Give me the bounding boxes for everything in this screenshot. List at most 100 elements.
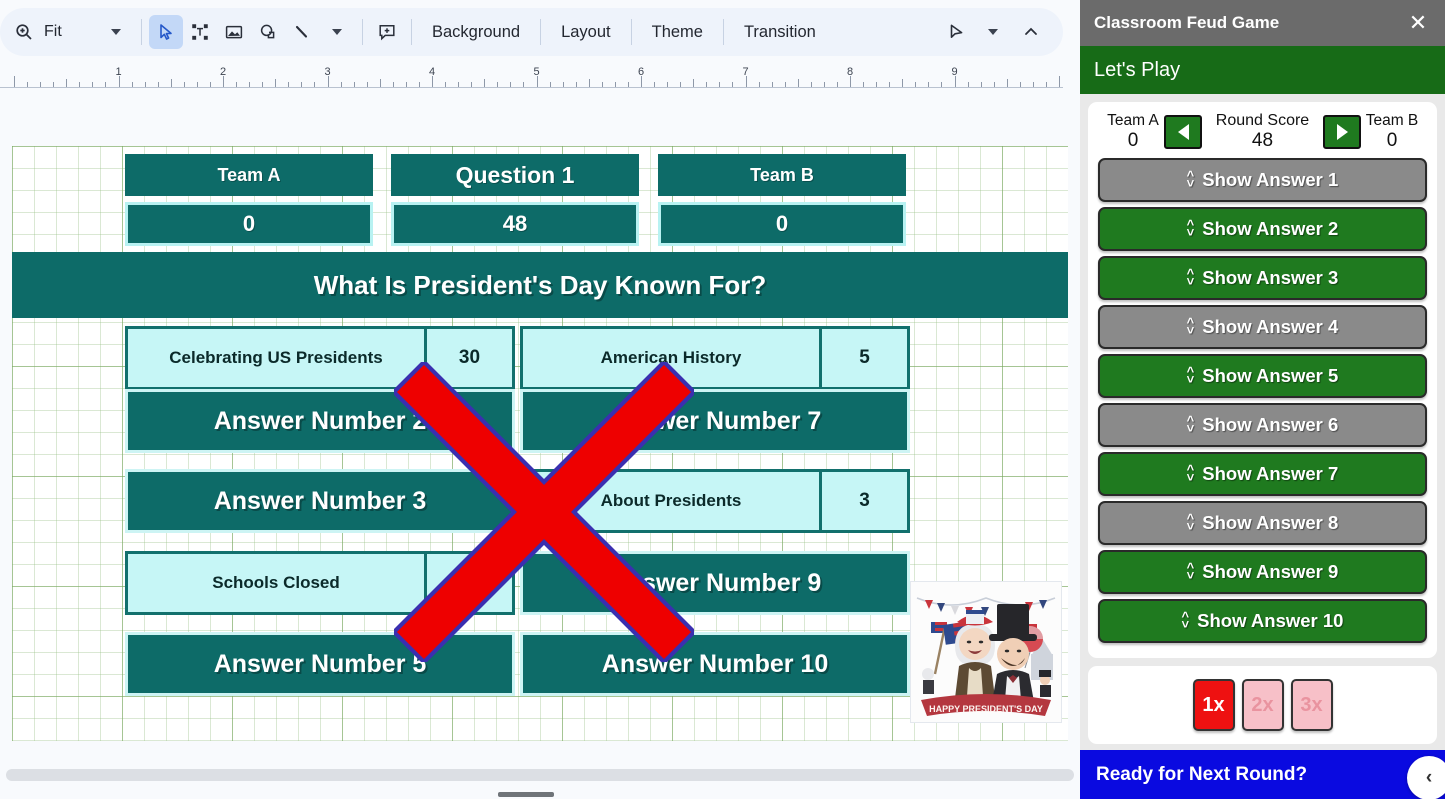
ruler-tick	[549, 82, 551, 87]
answer-text: About Presidents	[520, 469, 822, 533]
team-a-value: 0	[1127, 130, 1139, 151]
chevron-left-icon[interactable]: ‹	[1407, 756, 1445, 799]
team-b-block: Team B 0	[1361, 112, 1423, 152]
ruler-tick	[954, 76, 956, 87]
show-answer-button-7[interactable]: ^ ˅ Show Answer 7	[1098, 452, 1427, 496]
horizontal-scrollbar[interactable]	[6, 769, 1074, 781]
answer-cell[interactable]: Answer Number 2	[125, 389, 515, 453]
show-answer-label: Show Answer 7	[1202, 463, 1339, 484]
text-box-tool[interactable]	[183, 15, 217, 49]
ruler-tick	[601, 82, 603, 87]
answer-cell[interactable]: Answer Number 3	[125, 469, 515, 533]
chevron-down-icon[interactable]	[975, 14, 1011, 50]
ruler-tick	[223, 76, 224, 87]
show-answer-button-10[interactable]: ^ ˅ Show Answer 10	[1098, 599, 1427, 643]
show-answer-button-list: ^ ˅ Show Answer 1 ^ ˅ Show Answer 2 ^ ˅ Show Ans…	[1098, 158, 1427, 643]
answer-cell[interactable]: Schools Closed	[125, 551, 515, 615]
show-answer-label: Show Answer 1	[1202, 169, 1339, 190]
ruler-tick	[366, 82, 368, 87]
show-answer-label: Show Answer 10	[1197, 610, 1344, 631]
slide-canvas[interactable]: Team A Question 1 Team B 0 48 0 What Is …	[12, 146, 1068, 741]
chevron-down-icon[interactable]	[319, 14, 355, 50]
ruler-tick	[209, 82, 211, 87]
panel-header: Classroom Feud Game ✕	[1080, 0, 1445, 46]
answer-cell[interactable]: Celebrating US Presidents 30	[125, 326, 515, 390]
ruler-tick	[510, 82, 512, 87]
zoom-group[interactable]: Fit	[0, 14, 134, 50]
show-answer-button-5[interactable]: ^ ˅ Show Answer 5	[1098, 354, 1427, 398]
show-answer-button-1[interactable]: ^ ˅ Show Answer 1	[1098, 158, 1427, 202]
insert-image-tool[interactable]	[217, 15, 251, 49]
answer-cell[interactable]: Answer Number 9	[520, 551, 910, 615]
bottom-drag-handle[interactable]	[498, 792, 554, 797]
horizontal-ruler: 123456789	[0, 66, 1063, 92]
slide-team-a-score: 0	[125, 202, 373, 246]
ruler-tick	[92, 82, 94, 87]
answer-points: 5	[822, 326, 910, 390]
image-caption-text: HAPPY PRESIDENT'S DAY	[929, 704, 1043, 714]
show-answer-label: Show Answer 6	[1202, 414, 1339, 435]
answer-cell[interactable]: About Presidents 3	[520, 469, 910, 533]
ruler-tick	[915, 82, 917, 87]
laser-pointer-icon[interactable]	[939, 15, 973, 49]
ruler-tick	[379, 79, 381, 87]
show-answer-label: Show Answer 4	[1202, 316, 1339, 337]
show-answer-label: Show Answer 5	[1202, 365, 1339, 386]
menu-transition[interactable]: Transition	[731, 15, 829, 49]
show-answer-button-6[interactable]: ^ ˅ Show Answer 6	[1098, 403, 1427, 447]
ruler-tick	[131, 82, 133, 87]
show-answer-button-3[interactable]: ^ ˅ Show Answer 3	[1098, 256, 1427, 300]
zoom-in-icon[interactable]	[6, 14, 42, 50]
multiplier-button-2x[interactable]: 2x	[1241, 679, 1284, 731]
answer-cell[interactable]: American History 5	[520, 326, 910, 390]
line-tool[interactable]	[285, 15, 319, 49]
ruler-tick	[797, 79, 799, 87]
show-answer-button-9[interactable]: ^ ˅ Show Answer 9	[1098, 550, 1427, 594]
multiplier-button-3x[interactable]: 3x	[1290, 679, 1333, 731]
chevron-up-down-icon: ^ ˅	[1181, 608, 1190, 632]
answer-cell[interactable]: Answer Number 10	[520, 632, 910, 696]
ruler-tick	[876, 82, 878, 87]
multiplier-button-1x[interactable]: 1x	[1192, 679, 1235, 731]
ruler-tick	[327, 76, 329, 87]
menu-layout[interactable]: Layout	[548, 15, 624, 49]
toolbar-divider	[540, 19, 542, 45]
next-round-bar[interactable]: Ready for Next Round? ‹	[1080, 750, 1445, 799]
slide-team-b-score: 0	[658, 202, 906, 246]
zoom-level-label[interactable]: Fit	[42, 23, 98, 41]
show-answer-button-8[interactable]: ^ ˅ Show Answer 8	[1098, 501, 1427, 545]
presidents-day-image[interactable]: HAPPY PRESIDENT'S DAY	[910, 581, 1062, 723]
show-answer-label: Show Answer 3	[1202, 267, 1339, 288]
award-left-button[interactable]	[1164, 115, 1202, 149]
ruler-tick	[850, 76, 851, 87]
select-tool[interactable]	[149, 15, 183, 49]
close-icon[interactable]: ✕	[1405, 12, 1431, 34]
ruler-tick	[941, 82, 943, 87]
award-right-button[interactable]	[1323, 115, 1361, 149]
answer-cell[interactable]: Answer Number 7	[520, 389, 910, 453]
ruler-tick	[79, 82, 81, 87]
show-answer-label: Show Answer 8	[1202, 512, 1339, 533]
add-comment-tool[interactable]	[370, 15, 404, 49]
slide-editor: Fit Background Layout Theme Transition 1…	[0, 0, 1080, 799]
answer-placeholder: Answer Number 5	[125, 632, 515, 696]
show-answer-button-2[interactable]: ^ ˅ Show Answer 2	[1098, 207, 1427, 251]
ruler-tick	[340, 82, 342, 87]
ruler-tick	[928, 82, 930, 87]
show-answer-button-4[interactable]: ^ ˅ Show Answer 4	[1098, 305, 1427, 349]
answer-text: Schools Closed	[125, 551, 427, 615]
chevron-up-icon[interactable]	[1013, 14, 1049, 50]
answer-placeholder: Answer Number 9	[520, 551, 910, 615]
ruler-tick	[614, 82, 616, 87]
shape-tool[interactable]	[251, 15, 285, 49]
menu-background[interactable]: Background	[419, 15, 533, 49]
ruler-tick	[392, 82, 394, 87]
chevron-down-icon[interactable]	[98, 14, 134, 50]
menu-theme[interactable]: Theme	[639, 15, 716, 49]
answer-placeholder: Answer Number 2	[125, 389, 515, 453]
answer-cell[interactable]: Answer Number 5	[125, 632, 515, 696]
ruler-tick	[1032, 82, 1034, 87]
ruler-tick	[458, 82, 460, 87]
ruler-tick	[105, 82, 107, 87]
team-b-label: Team B	[1365, 112, 1419, 129]
